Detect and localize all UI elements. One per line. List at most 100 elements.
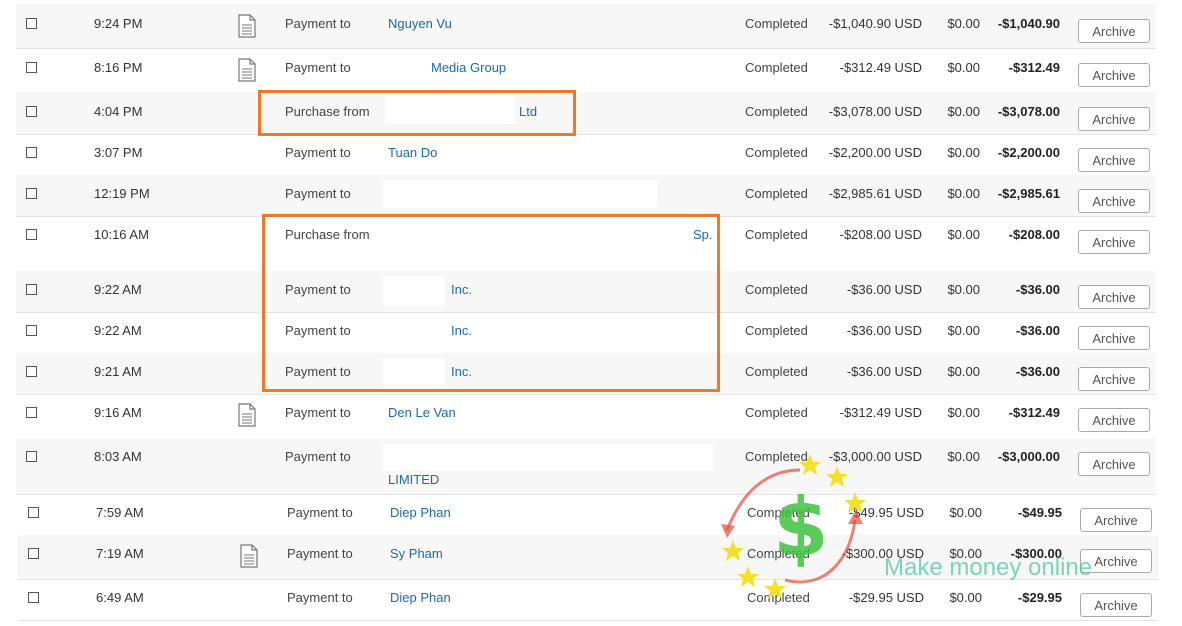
archive-button[interactable]: Archive bbox=[1078, 367, 1150, 391]
net-amount: -$1,040.90 bbox=[997, 16, 1060, 31]
table-row[interactable]: 8:16 PM Payment to Media Group Completed -$3… bbox=[16, 48, 1156, 93]
counterparty-link[interactable]: Diep Phan bbox=[390, 502, 451, 524]
row-checkbox[interactable] bbox=[28, 507, 39, 518]
redaction-block bbox=[383, 276, 445, 306]
gross-amount: -$312.49 USD bbox=[839, 60, 922, 75]
table-row[interactable]: 9:21 AM Payment to Inc. Completed -$36.00 US… bbox=[16, 353, 1156, 395]
transaction-type: Payment to bbox=[285, 145, 351, 160]
archive-button[interactable]: Archive bbox=[1078, 19, 1150, 43]
counterparty-link[interactable]: Diep Phan bbox=[390, 587, 451, 609]
gross-amount: -$2,200.00 USD bbox=[828, 145, 922, 160]
status-text: Completed bbox=[747, 546, 810, 561]
row-checkbox[interactable] bbox=[26, 229, 37, 240]
row-checkbox[interactable] bbox=[28, 548, 39, 559]
counterparty-link[interactable]: Inc. bbox=[451, 279, 472, 301]
counterparty-link[interactable]: Den Le Van bbox=[388, 402, 456, 424]
counterparty-link[interactable]: Inc. bbox=[451, 361, 472, 383]
net-amount: -$208.00 bbox=[1008, 227, 1060, 242]
document-icon[interactable] bbox=[238, 58, 256, 82]
archive-button[interactable]: Archive bbox=[1078, 285, 1150, 309]
table-row[interactable]: 9:22 AM Payment to Inc. Completed -$36.00 US… bbox=[16, 271, 1156, 313]
gross-amount: -$36.00 USD bbox=[846, 364, 922, 379]
row-checkbox[interactable] bbox=[26, 366, 37, 377]
counterparty-link[interactable]: Sp. bbox=[693, 224, 713, 246]
counterparty-link[interactable]: Media Group bbox=[431, 57, 506, 79]
fee-amount: $0.00 bbox=[947, 282, 980, 297]
row-checkbox[interactable] bbox=[26, 106, 37, 117]
status-text: Completed bbox=[745, 364, 808, 379]
fee-amount: $0.00 bbox=[947, 364, 980, 379]
fee-amount: $0.00 bbox=[947, 16, 980, 31]
time-cell: 4:04 PM bbox=[94, 104, 143, 119]
archive-button[interactable]: Archive bbox=[1078, 326, 1150, 350]
gross-amount: -$2,985.61 USD bbox=[828, 186, 922, 201]
row-checkbox[interactable] bbox=[26, 407, 37, 418]
status-text: Completed bbox=[745, 104, 808, 119]
table-row[interactable]: 3:07 PM Payment to Tuan Do Completed -$2,200… bbox=[16, 134, 1156, 176]
archive-button[interactable]: Archive bbox=[1078, 452, 1150, 476]
transaction-type: Payment to bbox=[285, 186, 351, 201]
row-checkbox[interactable] bbox=[28, 592, 39, 603]
row-checkbox[interactable] bbox=[26, 284, 37, 295]
archive-button[interactable]: Archive bbox=[1078, 148, 1150, 172]
time-cell: 12:19 PM bbox=[94, 186, 150, 201]
row-checkbox[interactable] bbox=[26, 62, 37, 73]
row-checkbox[interactable] bbox=[26, 325, 37, 336]
gross-amount: -$29.95 USD bbox=[848, 590, 924, 605]
archive-button[interactable]: Archive bbox=[1080, 508, 1152, 532]
table-row[interactable]: 9:24 PM Payment to Nguyen Vu Completed -$1,0… bbox=[16, 4, 1156, 49]
watermark-tagline: Make money online bbox=[884, 554, 1093, 581]
counterparty-link[interactable]: LIMITED bbox=[388, 469, 439, 491]
counterparty-link[interactable]: Sy Pham bbox=[390, 543, 443, 565]
transaction-type: Payment to bbox=[287, 505, 353, 520]
archive-button[interactable]: Archive bbox=[1080, 593, 1152, 617]
status-text: Completed bbox=[747, 590, 810, 605]
fee-amount: $0.00 bbox=[947, 145, 980, 160]
transaction-type: Purchase from bbox=[285, 227, 370, 242]
table-row[interactable]: 4:04 PM Purchase from Ltd Completed -$3,078.… bbox=[16, 92, 1156, 135]
row-checkbox[interactable] bbox=[26, 188, 37, 199]
transaction-type: Payment to bbox=[287, 546, 353, 561]
table-row[interactable]: 9:16 AM Payment to Den Le Van Completed -$31… bbox=[16, 394, 1156, 439]
row-checkbox[interactable] bbox=[26, 451, 37, 462]
table-row[interactable]: 7:59 AM Payment to Diep Phan Completed -$49.… bbox=[18, 494, 1158, 536]
net-amount: -$29.95 bbox=[1017, 590, 1062, 605]
net-amount: -$36.00 bbox=[1015, 364, 1060, 379]
transaction-type: Payment to bbox=[285, 60, 351, 75]
archive-button[interactable]: Archive bbox=[1078, 107, 1150, 131]
redaction-block bbox=[385, 96, 515, 124]
table-row[interactable]: 6:49 AM Payment to Diep Phan Completed -$29.… bbox=[18, 579, 1158, 621]
time-cell: 9:24 PM bbox=[94, 16, 143, 31]
gross-amount: -$3,078.00 USD bbox=[828, 104, 922, 119]
counterparty-link[interactable]: Ltd bbox=[519, 101, 537, 123]
document-icon[interactable] bbox=[238, 14, 256, 38]
transaction-type: Payment to bbox=[285, 449, 351, 464]
document-icon[interactable] bbox=[238, 403, 256, 427]
row-checkbox[interactable] bbox=[26, 18, 37, 29]
archive-button[interactable]: Archive bbox=[1078, 189, 1150, 213]
fee-amount: $0.00 bbox=[949, 505, 982, 520]
net-amount: -$3,000.00 bbox=[997, 449, 1060, 464]
archive-button[interactable]: Archive bbox=[1078, 230, 1150, 254]
time-cell: 9:21 AM bbox=[94, 364, 142, 379]
gross-amount: -$208.00 USD bbox=[839, 227, 922, 242]
redaction-block bbox=[383, 316, 445, 346]
fee-amount: $0.00 bbox=[949, 590, 982, 605]
counterparty-link[interactable]: Tuan Do bbox=[388, 142, 437, 164]
archive-button[interactable]: Archive bbox=[1078, 408, 1150, 432]
status-text: Completed bbox=[745, 145, 808, 160]
counterparty-link[interactable]: Inc. bbox=[451, 320, 472, 342]
transaction-type: Payment to bbox=[287, 590, 353, 605]
transaction-type: Purchase from bbox=[285, 104, 370, 119]
archive-button[interactable]: Archive bbox=[1078, 63, 1150, 87]
gross-amount: -$36.00 USD bbox=[846, 282, 922, 297]
table-row[interactable]: 9:22 AM Payment to Inc. Completed -$36.00 US… bbox=[16, 312, 1156, 354]
status-text: Completed bbox=[747, 505, 810, 520]
fee-amount: $0.00 bbox=[947, 323, 980, 338]
transaction-type: Payment to bbox=[285, 16, 351, 31]
document-icon[interactable] bbox=[240, 544, 258, 568]
gross-amount: -$49.95 USD bbox=[848, 505, 924, 520]
row-checkbox[interactable] bbox=[26, 147, 37, 158]
counterparty-link[interactable]: Nguyen Vu bbox=[388, 13, 452, 35]
fee-amount: $0.00 bbox=[947, 60, 980, 75]
